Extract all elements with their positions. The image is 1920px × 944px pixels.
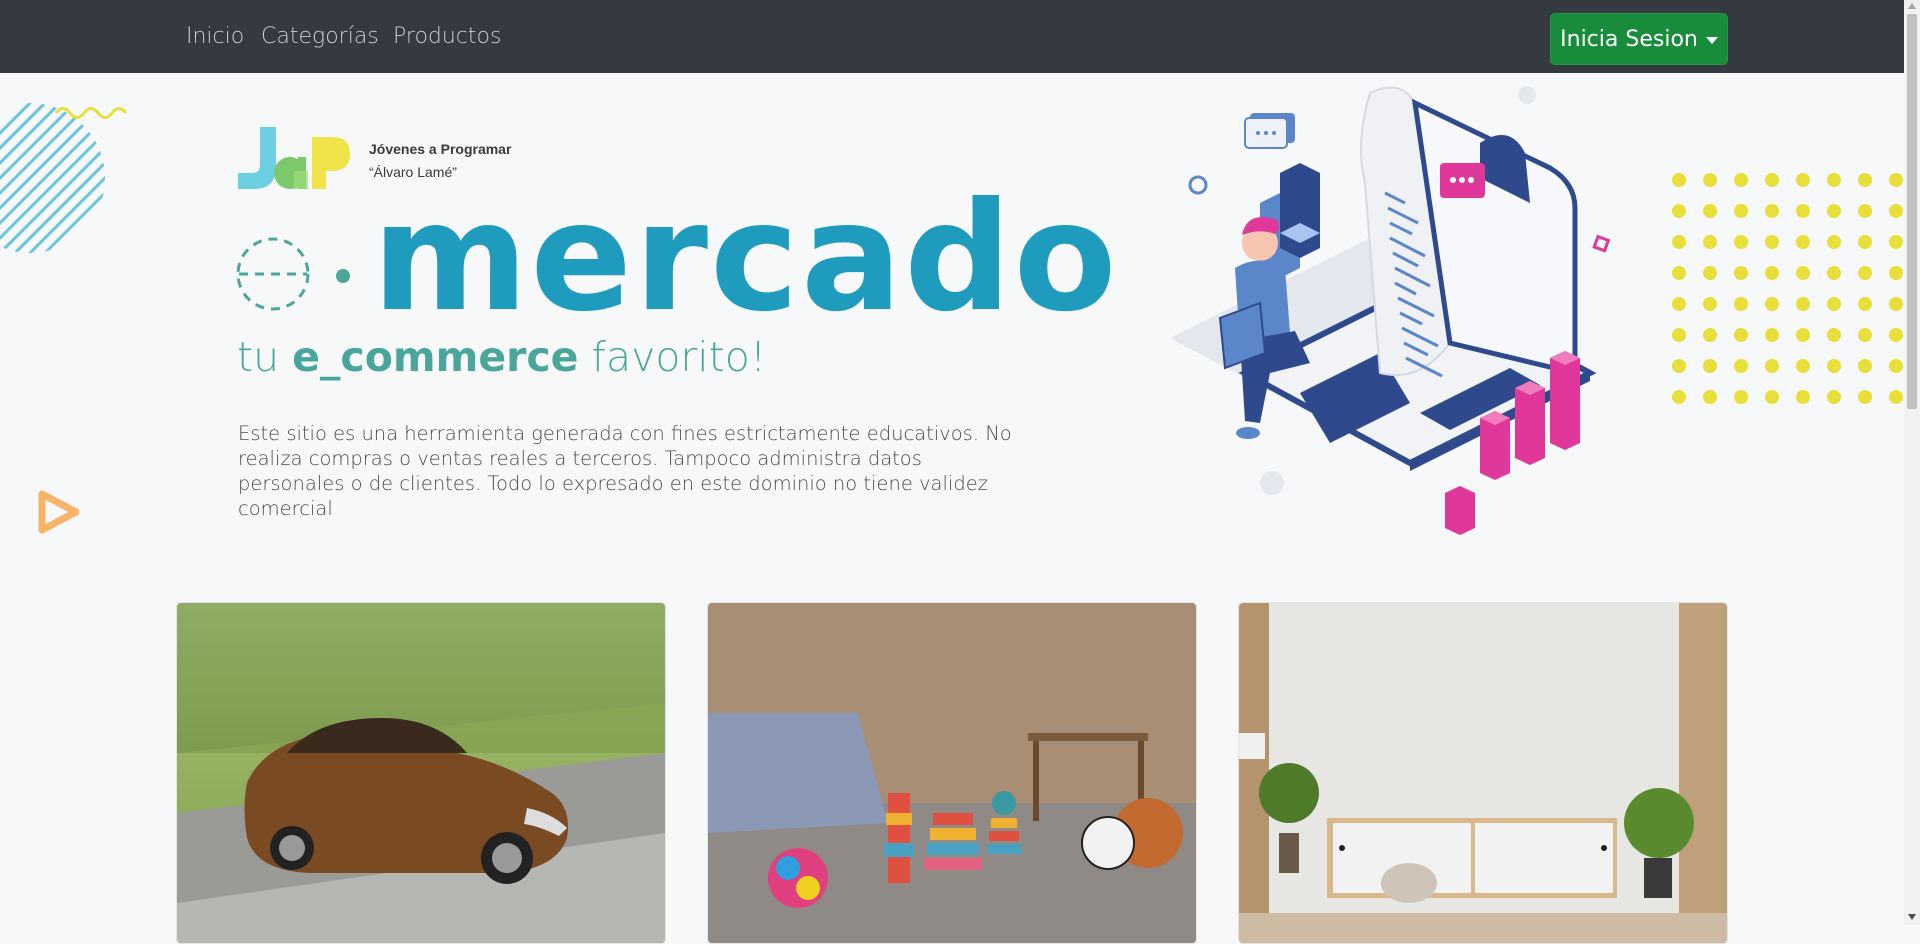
car-image: [177, 603, 665, 943]
decorative-shapes-left: [0, 103, 128, 253]
category-card-muebles[interactable]: [1238, 602, 1728, 944]
caret-down-icon: [1705, 36, 1718, 44]
login-dropdown-button[interactable]: Inicia Sesion: [1550, 13, 1728, 65]
tagline-post: favorito!: [591, 333, 767, 381]
dot-grid-decoration: [1672, 173, 1903, 404]
nav-link-categorias[interactable]: Categorías: [261, 24, 379, 49]
nav-link-productos[interactable]: Productos: [393, 24, 501, 49]
tagline-bold: e_commerce: [292, 333, 579, 381]
triangle-shape: [38, 490, 80, 534]
login-button-label: Inicia Sesion: [1560, 26, 1698, 52]
brand-wordmark: mercado: [372, 171, 1119, 345]
tagline-pre: tu: [237, 333, 280, 381]
jap-logo: [238, 127, 350, 189]
category-card-juguetes[interactable]: [707, 602, 1197, 944]
top-navbar: Inicio Categorías Productos Inicia Sesio…: [0, 0, 1904, 73]
scrollbar-thumb[interactable]: [1907, 14, 1917, 409]
disclaimer-text: Este sitio es una herramienta generada c…: [238, 422, 1012, 520]
org-name: Jóvenes a Programar: [369, 141, 512, 157]
furniture-image: [1239, 603, 1727, 943]
scroll-up-icon[interactable]: [1908, 3, 1916, 9]
e-logo-icon: [236, 237, 350, 311]
tagline: tu e_commerce favorito!: [237, 333, 766, 381]
hero-illustration: [1170, 86, 1611, 535]
nav-link-inicio[interactable]: Inicio: [186, 24, 244, 49]
toys-image: [708, 603, 1196, 943]
hero-banner: Jóvenes a Programar “Álvaro Lamé” mercad…: [0, 73, 1904, 535]
category-card-autos[interactable]: [176, 602, 666, 944]
scroll-down-icon[interactable]: [1908, 914, 1916, 920]
